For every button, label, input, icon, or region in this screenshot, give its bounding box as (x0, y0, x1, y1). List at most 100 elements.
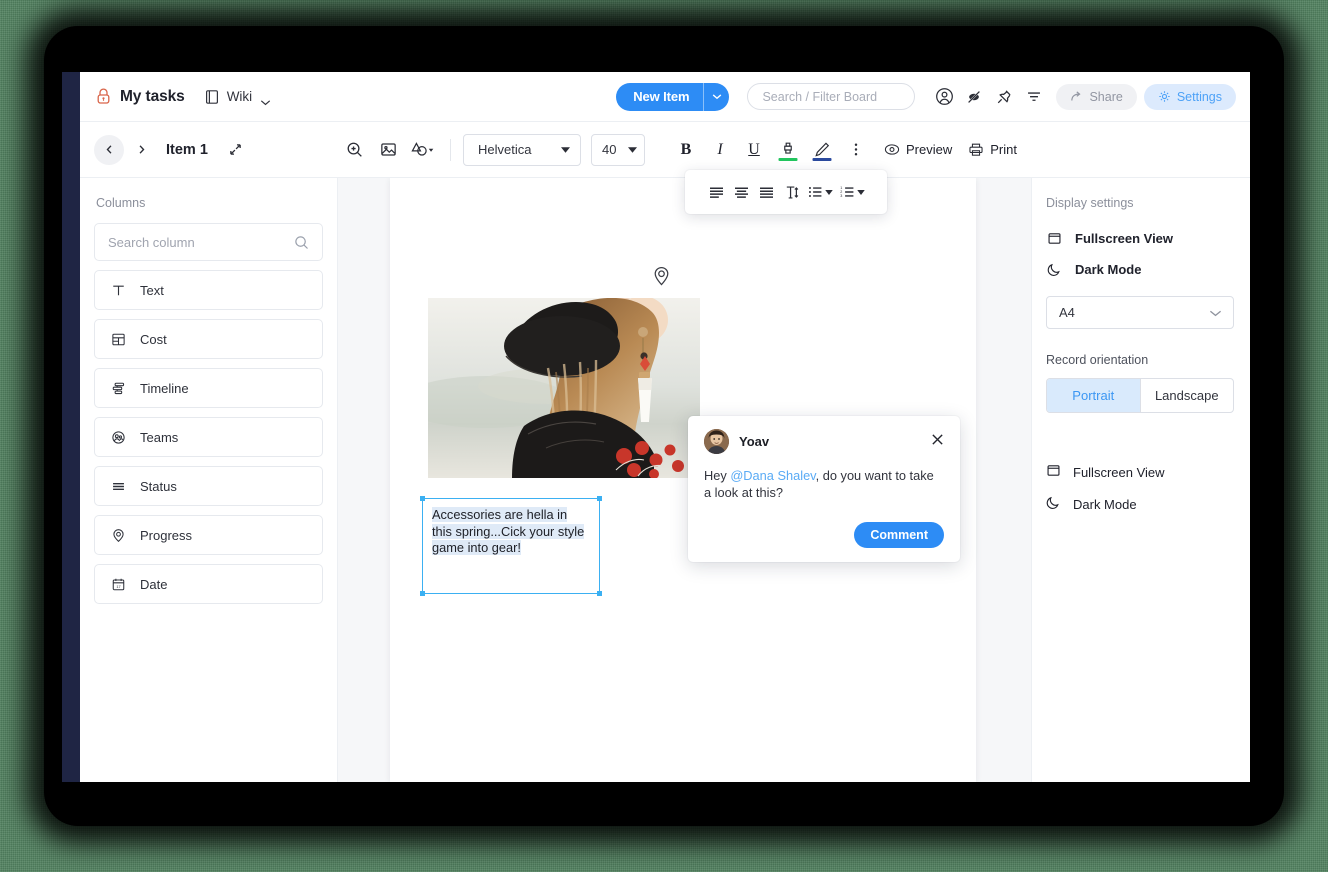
header-actions: New Item (616, 82, 1236, 112)
settings-label: Settings (1177, 90, 1222, 104)
person-circle-icon[interactable] (929, 82, 959, 112)
expand-item-button[interactable] (223, 137, 249, 163)
shapes-icon[interactable] (406, 135, 438, 165)
text-box-content[interactable]: Accessories are hella in this spring...C… (423, 499, 599, 565)
underline-button[interactable]: U (738, 135, 770, 165)
location-pin-icon[interactable] (652, 266, 671, 292)
pin-icon[interactable] (989, 82, 1019, 112)
preview-label: Preview (906, 142, 952, 157)
hide-eye-icon[interactable] (959, 82, 989, 112)
brand-group[interactable]: My tasks (96, 88, 185, 106)
new-item-button[interactable]: New Item (616, 83, 729, 111)
settings-button[interactable]: Settings (1144, 84, 1236, 110)
app-window: My tasks Wiki New Item (62, 72, 1250, 782)
resize-handle-top-left[interactable] (420, 496, 425, 501)
preview-button[interactable]: Preview (880, 142, 956, 157)
search-filter-board[interactable] (747, 83, 915, 110)
display-settings-label: Display settings (1046, 196, 1234, 210)
close-comment-button[interactable] (931, 433, 944, 451)
bold-button[interactable]: B (670, 135, 702, 165)
column-item-timeline[interactable]: Timeline (94, 368, 323, 408)
share-button[interactable]: Share (1056, 84, 1136, 110)
column-label: Status (140, 479, 177, 494)
zoom-in-icon[interactable] (338, 135, 370, 165)
filter-icon[interactable] (1019, 82, 1049, 112)
comment-text-before: Hey (704, 468, 730, 483)
photo-content (428, 298, 700, 478)
font-family-select[interactable]: Helvetica (463, 134, 581, 166)
italic-label: I (717, 141, 722, 159)
font-size-select[interactable]: 40 (591, 134, 645, 166)
editor-toolbar: Item 1 (80, 122, 1250, 178)
chevron-down-icon (712, 93, 722, 100)
text-box[interactable]: Accessories are hella in this spring...C… (422, 498, 600, 594)
search-input[interactable] (762, 90, 900, 104)
printer-icon (968, 142, 984, 157)
page-title: My tasks (120, 88, 185, 106)
prev-item-button[interactable] (94, 135, 124, 165)
avatar (704, 429, 729, 454)
orientation-option-portrait[interactable]: Portrait (1047, 379, 1140, 412)
resize-handle-top-right[interactable] (597, 496, 602, 501)
column-search[interactable] (94, 223, 323, 261)
dark-mode-label-secondary: Dark Mode (1073, 497, 1137, 512)
resize-handle-bottom-left[interactable] (420, 591, 425, 596)
resize-handle-bottom-right[interactable] (597, 591, 602, 596)
column-label: Teams (140, 430, 178, 445)
chevron-down-icon (260, 93, 271, 100)
document-canvas[interactable]: Accessories are hella in this spring...C… (338, 178, 1031, 782)
main-body: Columns Text (80, 178, 1250, 782)
align-justify-icon[interactable] (755, 177, 779, 207)
pen-color-swatch (813, 158, 832, 161)
dark-mode-row[interactable]: Dark Mode (1046, 254, 1234, 284)
avatar-image (704, 429, 729, 454)
column-item-date[interactable]: 17 Date (94, 564, 323, 604)
status-icon (110, 479, 127, 494)
expand-diagonal-icon (229, 143, 242, 156)
line-height-icon[interactable] (780, 177, 804, 207)
new-item-dropdown-toggle[interactable] (703, 83, 729, 111)
bullet-list-button[interactable] (805, 177, 836, 207)
column-label: Text (140, 283, 164, 298)
dark-mode-row-secondary[interactable]: Dark Mode (1046, 489, 1234, 519)
comment-mention[interactable]: @Dana Shalev (730, 468, 815, 483)
lock-icon (96, 88, 111, 105)
columns-panel: Columns Text (80, 178, 338, 782)
fullscreen-view-row[interactable]: Fullscreen View (1046, 223, 1234, 253)
column-item-progress[interactable]: Progress (94, 515, 323, 555)
column-item-teams[interactable]: Teams (94, 417, 323, 457)
fullscreen-view-label: Fullscreen View (1075, 231, 1173, 246)
orientation-option-landscape[interactable]: Landscape (1141, 379, 1234, 412)
fullscreen-view-row-secondary[interactable]: Fullscreen View (1046, 457, 1234, 487)
formatting-controls: Helvetica 40 B I U (338, 134, 1021, 166)
columns-panel-label: Columns (94, 196, 323, 210)
numbered-list-button[interactable]: 1 2 3 (837, 177, 868, 207)
document-page[interactable]: Accessories are hella in this spring...C… (390, 178, 976, 782)
orientation-segmented-control: Portrait Landscape (1046, 378, 1234, 413)
search-column-input[interactable] (108, 235, 294, 250)
fullscreen-icon (1046, 231, 1063, 246)
next-item-button[interactable] (128, 137, 154, 163)
more-options-button[interactable] (840, 135, 872, 165)
comment-popover: Yoav Hey @Dana Shalev, do you want to ta… (688, 416, 960, 562)
highlight-button[interactable] (772, 135, 804, 165)
highlighter-icon (779, 141, 797, 159)
column-item-status[interactable]: Status (94, 466, 323, 506)
image-icon[interactable] (372, 135, 404, 165)
page-size-select[interactable]: A4 (1046, 296, 1234, 329)
wiki-menu[interactable]: Wiki (205, 89, 272, 105)
column-item-cost[interactable]: Cost (94, 319, 323, 359)
comment-submit-button[interactable]: Comment (854, 522, 944, 548)
align-center-icon[interactable] (730, 177, 754, 207)
align-left-icon[interactable] (705, 177, 729, 207)
more-vertical-icon (853, 140, 859, 159)
chevron-left-icon (104, 144, 115, 155)
column-label: Progress (140, 528, 192, 543)
italic-button[interactable]: I (704, 135, 736, 165)
inserted-photo[interactable] (428, 298, 700, 478)
alignment-popover: 1 2 3 (685, 170, 887, 214)
column-item-text[interactable]: Text (94, 270, 323, 310)
print-button[interactable]: Print (964, 142, 1021, 157)
pen-color-button[interactable] (806, 135, 838, 165)
highlight-color-swatch (779, 158, 798, 161)
